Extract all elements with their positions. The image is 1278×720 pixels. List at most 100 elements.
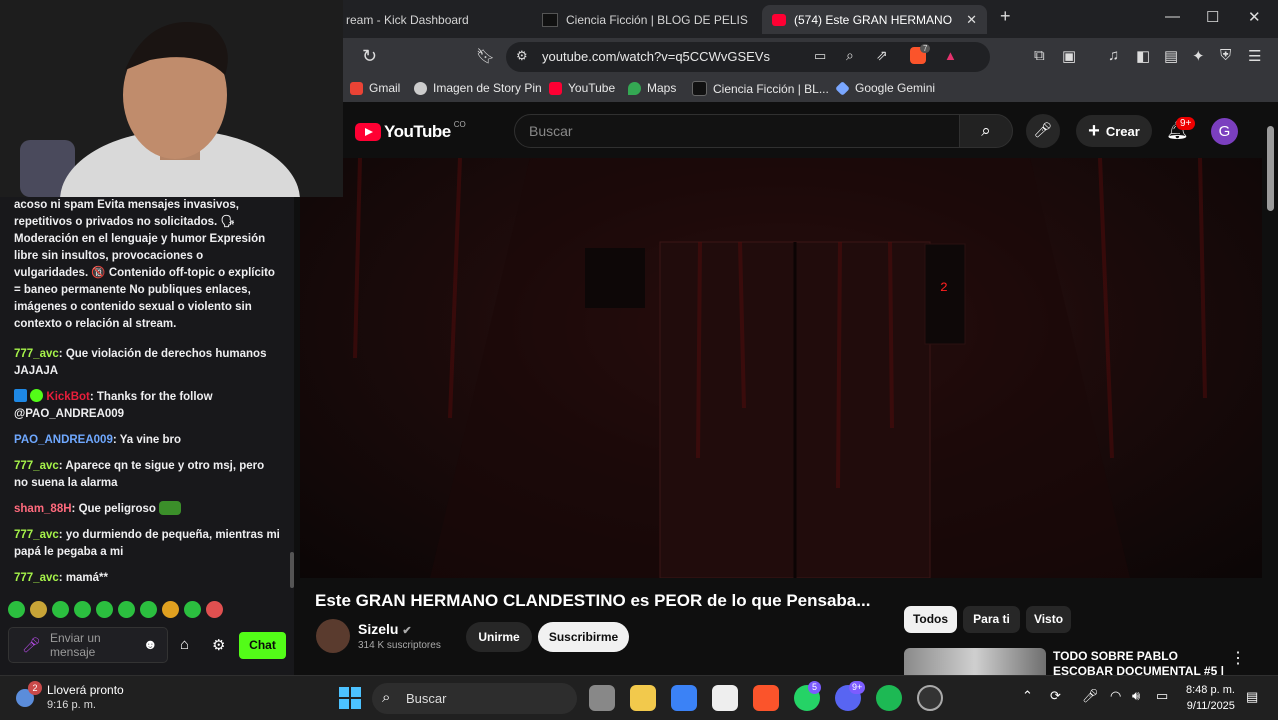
account-avatar[interactable]: G [1211, 118, 1238, 145]
emote-icon[interactable] [52, 601, 69, 618]
chat-send-button[interactable]: Chat [239, 632, 286, 659]
emote-icon[interactable] [162, 601, 179, 618]
vpn-icon[interactable]: ⛨ [1220, 47, 1231, 64]
brave-browser-icon[interactable] [753, 685, 779, 711]
chat-username[interactable]: 777_avc [14, 529, 59, 541]
chip-para-ti[interactable]: Para ti [963, 606, 1020, 633]
media-icon[interactable]: ♫ [1108, 47, 1119, 64]
emote-icon[interactable] [8, 601, 25, 618]
channel-name[interactable]: Sizelu ✔ [358, 621, 412, 637]
bookmark-ciencia-ficcion[interactable]: Ciencia Ficción | BL... [692, 81, 829, 96]
zoom-icon[interactable]: ⌕ [846, 47, 854, 64]
bookmark-icon[interactable]: 🔖︎ [476, 47, 495, 65]
bookmark-maps[interactable]: Maps [628, 81, 676, 95]
store-icon[interactable]: ⌂ [180, 636, 189, 653]
maximize-icon[interactable]: ☐ [1206, 8, 1219, 26]
windows-start-icon[interactable] [338, 686, 362, 710]
volume-icon[interactable]: 🔊︎ [1132, 688, 1140, 704]
obs-icon[interactable] [917, 685, 943, 711]
emote-icon[interactable] [140, 601, 157, 618]
bookmark-story-pin[interactable]: Imagen de Story Pin [414, 81, 542, 95]
chat-username[interactable]: sham_88H [14, 503, 72, 515]
url-bar[interactable]: ⚙ youtube.com/watch?v=q5CCWvGSEVs ▭ ⌕ ⇗ … [506, 42, 990, 72]
video-player[interactable]: 2 [300, 158, 1262, 578]
microphone-icon[interactable]: 🎤︎ [1082, 688, 1099, 704]
emote-icon[interactable] [74, 601, 91, 618]
file-explorer-icon[interactable] [630, 685, 656, 711]
leo-ai-icon[interactable]: ✦ [1192, 47, 1205, 65]
chat-input[interactable]: 🎤︎ Enviar un mensaje ☻ [8, 627, 168, 663]
chat-username[interactable]: KickBot [46, 391, 89, 403]
spotify-icon[interactable] [876, 685, 902, 711]
bookmark-gmail[interactable]: Gmail [350, 81, 400, 95]
youtube-logo[interactable]: YouTube CO [355, 120, 466, 142]
menu-icon[interactable]: ☰ [1248, 47, 1261, 65]
tab-youtube-active[interactable]: (574) Este GRAN HERMANO CLA ✕ [762, 5, 987, 34]
extensions-icon[interactable]: ⧉ [1034, 47, 1045, 64]
microsoft-store-icon[interactable] [671, 685, 697, 711]
blog-icon [542, 12, 558, 27]
bookmark-label: Imagen de Story Pin [433, 81, 542, 95]
emote-icon[interactable] [206, 601, 223, 618]
weather-title[interactable]: Lloverá pronto [47, 683, 124, 697]
chat-username[interactable]: 777_avc [14, 572, 59, 584]
emoji-icon[interactable]: ☻ [143, 636, 158, 652]
battery-icon[interactable]: ▭ [1156, 688, 1168, 704]
sync-icon[interactable]: ⟳ [1050, 688, 1061, 704]
taskbar-search[interactable]: ⌕ Buscar [372, 683, 577, 714]
video-title: Este GRAN HERMANO CLANDESTINO es PEOR de… [315, 591, 871, 610]
settings-gear-icon[interactable]: ⚙ [212, 636, 225, 654]
microphone-icon[interactable]: 🎤︎ [22, 636, 41, 654]
close-window-icon[interactable]: ✕ [1248, 8, 1261, 26]
chat-username[interactable]: 777_avc [14, 460, 59, 472]
recommended-title[interactable]: TODO SOBRE PABLO ESCOBAR DOCUMENTAL #5 |… [1053, 649, 1233, 675]
tab-label: Ciencia Ficción | BLOG DE PELIS [566, 12, 748, 27]
task-view-icon[interactable] [589, 685, 615, 711]
emote-icon[interactable] [184, 601, 201, 618]
wifi-icon[interactable]: ◠ [1110, 688, 1121, 704]
new-tab-button[interactable]: + [1000, 6, 1011, 27]
chip-visto[interactable]: Visto [1026, 606, 1071, 633]
wallet-icon[interactable]: ▤ [1164, 47, 1178, 65]
reader-icon[interactable]: ▣ [1062, 47, 1076, 65]
voice-search-button[interactable]: 🎤︎ [1026, 114, 1060, 148]
whatsapp-badge: 5 [808, 681, 822, 694]
emote-icon[interactable] [96, 601, 113, 618]
sidebar-icon[interactable]: ◧ [1136, 47, 1150, 65]
close-tab-icon[interactable]: ✕ [966, 12, 977, 28]
reload-icon[interactable]: ↻ [362, 46, 377, 67]
bookmark-label: YouTube [568, 81, 616, 95]
chip-todos[interactable]: Todos [904, 606, 957, 633]
more-options-icon[interactable]: ⋮ [1230, 648, 1246, 668]
search-button[interactable]: ⌕ [959, 114, 1013, 148]
recommended-thumbnail[interactable] [904, 648, 1046, 676]
share-icon[interactable]: ⇗ [876, 47, 888, 64]
create-label: Crear [1105, 123, 1140, 139]
page-scrollbar[interactable] [1264, 118, 1276, 673]
chat-username[interactable]: 777_avc [14, 348, 59, 360]
brave-rewards-icon[interactable]: ▲ [944, 48, 957, 63]
emote-icon[interactable] [118, 601, 135, 618]
minimize-icon[interactable]: — [1165, 8, 1180, 25]
create-button[interactable]: + Crear [1076, 115, 1152, 147]
weather-time: 9:16 p. m. [47, 699, 96, 711]
bookmark-gemini[interactable]: Google Gemini [835, 80, 935, 96]
chevron-up-icon[interactable]: ⌃ [1022, 688, 1033, 704]
search-input[interactable]: Buscar [514, 114, 960, 148]
notion-icon[interactable] [712, 685, 738, 711]
cast-icon[interactable]: ▭ [814, 48, 826, 64]
subscribe-button[interactable]: Suscribirme [538, 622, 629, 652]
tab-blog[interactable]: Ciencia Ficción | BLOG DE PELIS [532, 5, 758, 34]
chat-scrollbar[interactable] [290, 552, 294, 588]
channel-avatar[interactable] [316, 619, 350, 653]
scrollbar-thumb[interactable] [1267, 126, 1274, 211]
bookmark-youtube[interactable]: YouTube [549, 81, 615, 95]
search-icon: ⌕ [981, 121, 991, 140]
emote-icon[interactable] [30, 601, 47, 618]
join-button[interactable]: Unirme [466, 622, 532, 652]
notification-center-icon[interactable]: ▤ [1246, 689, 1258, 705]
chat-username[interactable]: PAO_ANDREA009 [14, 434, 113, 446]
system-clock[interactable]: 8:48 p. m. 9/11/2025 [1186, 682, 1235, 714]
site-settings-icon[interactable]: ⚙ [516, 48, 528, 64]
tab-kick-dashboard[interactable]: ream - Kick Dashboard [336, 5, 536, 34]
